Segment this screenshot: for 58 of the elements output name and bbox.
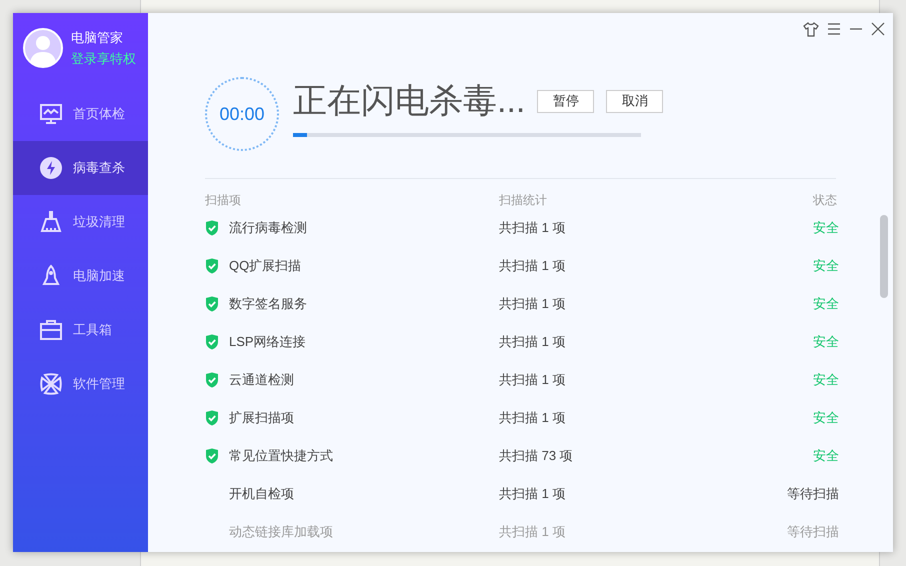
- scan-status: 安全: [813, 295, 839, 314]
- scan-status: 安全: [813, 219, 839, 238]
- sidebar-item[interactable]: 首页体检: [13, 87, 148, 141]
- menu-icon[interactable]: [827, 22, 841, 36]
- scan-item: QQ扩展扫描: [229, 257, 302, 276]
- sidebar-item[interactable]: 电脑加速: [13, 249, 148, 303]
- column-header: 扫描项: [205, 192, 242, 209]
- scan-title: 正在闪电杀毒...: [293, 81, 526, 121]
- shield-check-icon: [205, 296, 219, 312]
- scan-count: 共扫描 1 项: [499, 295, 566, 314]
- scan-status: 等待扫描: [787, 523, 839, 542]
- column-header: 状态: [812, 192, 838, 209]
- scan-item: 流行病毒检测: [229, 219, 307, 238]
- scan-item: 云通道检测: [229, 371, 294, 390]
- scan-item: 动态链接库加载项: [229, 523, 333, 542]
- timer-ring: 00:00: [205, 77, 279, 151]
- close-icon[interactable]: [871, 22, 885, 36]
- shield-check-icon: [205, 410, 219, 426]
- scan-status: 安全: [813, 257, 839, 276]
- scan-status: 安全: [813, 371, 839, 390]
- scan-count: 共扫描 1 项: [499, 523, 566, 542]
- scan-status: 等待扫描: [787, 485, 839, 504]
- scan-count: 共扫描 1 项: [499, 333, 566, 352]
- sidebar-item[interactable]: 垃圾清理: [13, 195, 148, 249]
- broom-icon: [39, 210, 63, 234]
- scan-item: LSP网络连接: [229, 333, 306, 352]
- app-name: 电脑管家: [71, 28, 124, 46]
- scan-status: 安全: [813, 447, 839, 466]
- scrollbar-thumb[interactable]: [880, 215, 888, 298]
- scan-count: 共扫描 1 项: [499, 219, 566, 238]
- sidebar-item[interactable]: 软件管理: [13, 357, 148, 411]
- login-link[interactable]: 登录享特权: [71, 49, 136, 68]
- avatar-icon[interactable]: [23, 28, 63, 68]
- sidebar-item[interactable]: 工具箱: [13, 303, 148, 357]
- shield-check-icon: [205, 448, 219, 464]
- scan-status: 安全: [813, 409, 839, 428]
- lightning-icon: [39, 156, 63, 180]
- scan-item: 数字签名服务: [229, 295, 307, 314]
- scan-count: 共扫描 1 项: [499, 409, 566, 428]
- shirt-icon[interactable]: [803, 21, 819, 37]
- scan-count: 共扫描 1 项: [499, 485, 566, 504]
- scan-status: 安全: [813, 333, 839, 352]
- shield-check-icon: [205, 220, 219, 236]
- shield-check-icon: [205, 372, 219, 388]
- shield-check-icon: [205, 334, 219, 350]
- scan-button[interactable]: 暂停: [537, 90, 594, 112]
- sidebar-item[interactable]: 病毒查杀: [13, 141, 148, 195]
- scan-item: 常见位置快捷方式: [229, 447, 333, 466]
- scan-item: 扩展扫描项: [229, 409, 294, 428]
- monitor-icon: [39, 102, 63, 126]
- scan-item: 开机自检项: [229, 485, 294, 504]
- scan-count: 共扫描 73 项: [499, 447, 574, 466]
- toolbox-icon: [39, 318, 63, 342]
- scan-button[interactable]: 取消: [606, 90, 664, 112]
- shield-check-icon: [205, 258, 219, 274]
- column-header: 扫描统计: [499, 192, 548, 209]
- scan-count: 共扫描 1 项: [499, 257, 566, 276]
- scan-count: 共扫描 1 项: [499, 371, 566, 390]
